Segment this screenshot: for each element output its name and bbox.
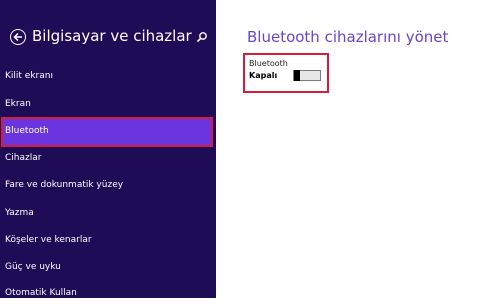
- sidebar-item-kilit-ekrani[interactable]: Kilit ekranı: [0, 64, 216, 90]
- sidebar-item-label: Otomatik Kullan: [5, 288, 77, 298]
- sidebar-item-label: Bluetooth: [5, 126, 49, 136]
- bluetooth-setting: Bluetooth Kapalı: [243, 53, 329, 93]
- sidebar-item-label: Köşeler ve kenarlar: [5, 235, 92, 245]
- sidebar: Bilgisayar ve cihazlar Kilit ekranı Ekra…: [0, 0, 216, 298]
- search-icon[interactable]: [196, 31, 208, 43]
- toggle-thumb: [294, 70, 300, 81]
- sidebar-item-otomatik-kullan[interactable]: Otomatik Kullan: [0, 281, 216, 307]
- sidebar-item-label: Güç ve uyku: [5, 262, 61, 272]
- sidebar-item-label: Cihazlar: [5, 153, 42, 163]
- sidebar-item-yazma[interactable]: Yazma: [0, 201, 216, 227]
- bluetooth-label: Bluetooth: [249, 59, 288, 68]
- sidebar-header: Bilgisayar ve cihazlar: [10, 27, 210, 49]
- bluetooth-toggle[interactable]: [293, 70, 321, 81]
- sidebar-item-fare-ve-dokunmatik-yuzey[interactable]: Fare ve dokunmatik yüzey: [0, 173, 216, 199]
- page-title: Bluetooth cihazlarını yönet: [247, 28, 449, 46]
- sidebar-item-cihazlar[interactable]: Cihazlar: [0, 146, 216, 172]
- sidebar-item-label: Yazma: [5, 208, 34, 218]
- sidebar-item-label: Fare ve dokunmatik yüzey: [5, 180, 124, 190]
- sidebar-item-bluetooth[interactable]: Bluetooth: [1, 117, 213, 147]
- back-arrow-icon: [13, 32, 22, 42]
- bluetooth-state: Kapalı: [249, 71, 278, 80]
- sidebar-item-label: Kilit ekranı: [5, 71, 53, 81]
- sidebar-item-ekran[interactable]: Ekran: [0, 92, 216, 118]
- sidebar-item-guc-ve-uyku[interactable]: Güç ve uyku: [0, 255, 216, 281]
- sidebar-title: Bilgisayar ve cihazlar: [32, 27, 192, 45]
- sidebar-item-label: Ekran: [5, 99, 31, 109]
- back-button[interactable]: [10, 29, 26, 45]
- sidebar-item-koseler-ve-kenarlar[interactable]: Köşeler ve kenarlar: [0, 228, 216, 254]
